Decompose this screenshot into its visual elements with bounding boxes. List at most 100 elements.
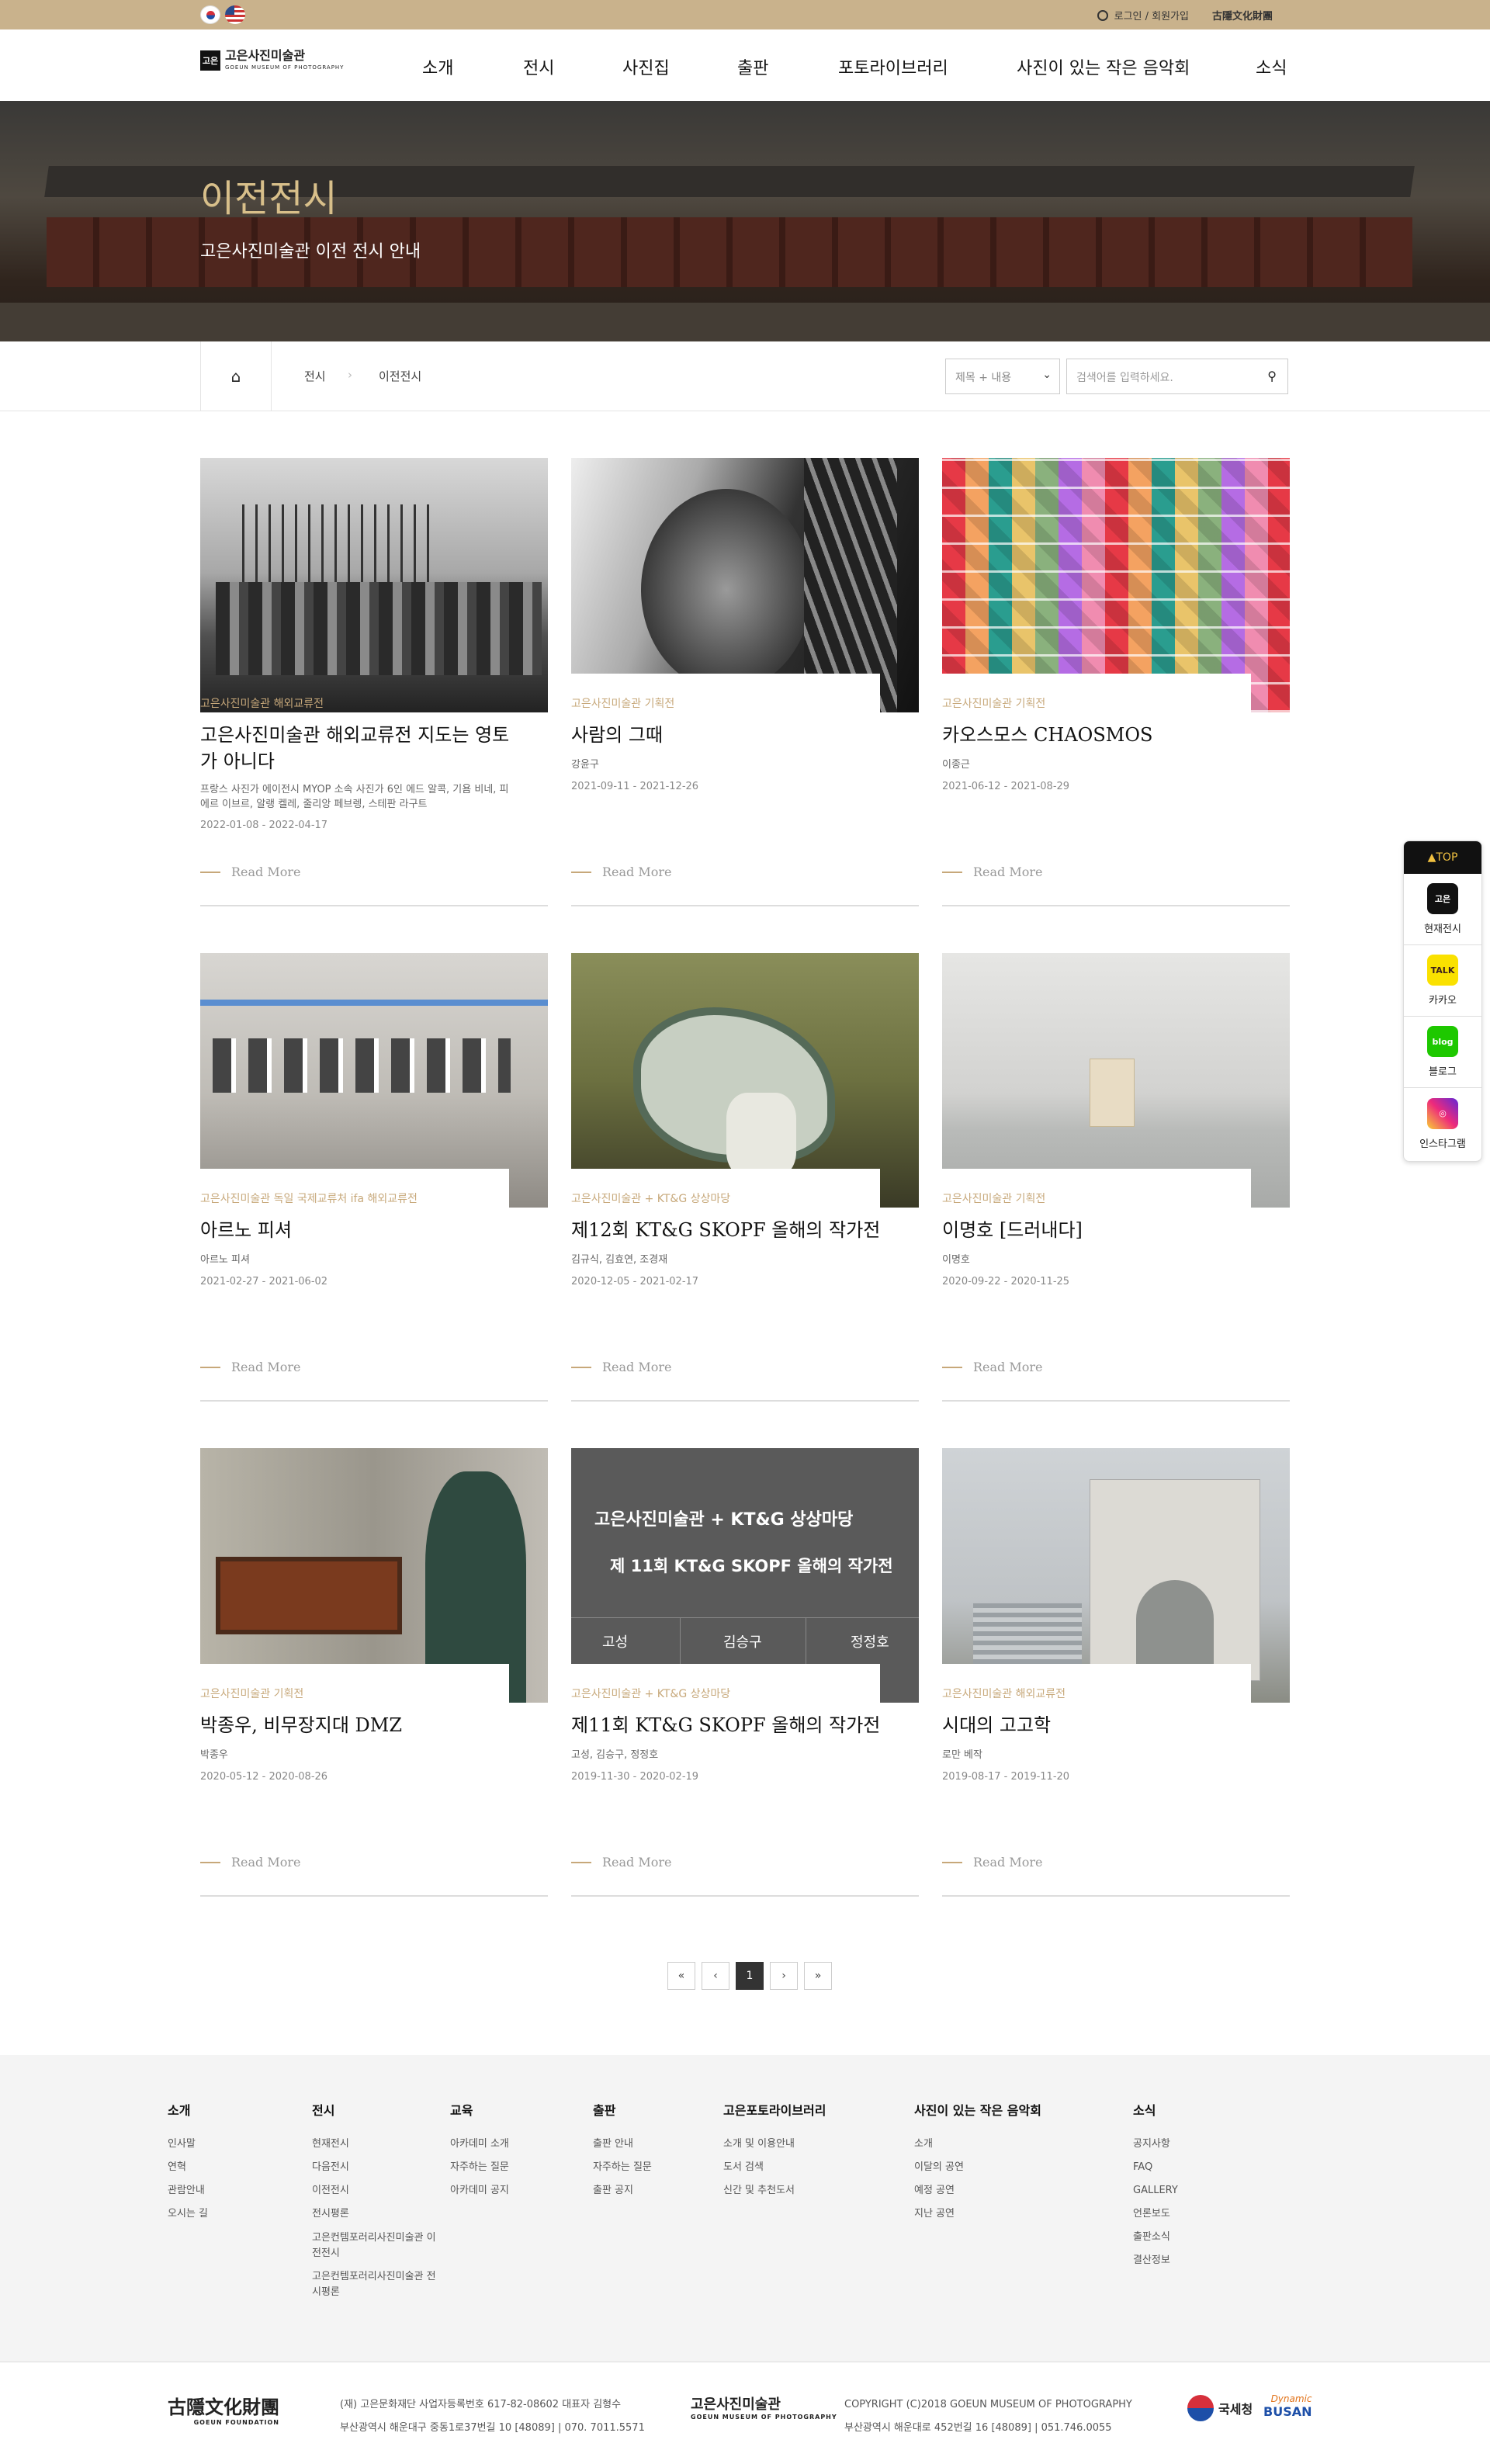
footer-link[interactable]: 언론보도 (1133, 2202, 1178, 2226)
footer-link[interactable]: 아카데미 소개 (450, 2133, 509, 2156)
card-title[interactable]: 아르노 피셔 (200, 1217, 526, 1243)
museum-icon: 고은 (1427, 883, 1458, 914)
nav-item-news[interactable]: 소식 (1256, 54, 1287, 79)
museum-footer-logo[interactable]: 고은사진미술관 GOEUN MUSEUM OF PHOTOGRAPHY (691, 2393, 837, 2421)
exhibition-card[interactable]: 고은사진미술관 독일 국제교류처 ifa 해외교류전 아르노 피셔 아르노 피셔… (200, 953, 548, 1402)
logo-name: 고은사진미술관 (225, 48, 306, 63)
footer-link[interactable]: 현재전시 (312, 2133, 436, 2156)
next-page-button[interactable]: › (770, 1962, 798, 1990)
quick-blog[interactable]: blog 블로그 (1404, 1017, 1481, 1088)
footer-link[interactable]: 관람안내 (168, 2179, 208, 2202)
footer-col-concert: 사진이 있는 작은 음악회 소개 이달의 공연 예정 공연 지난 공연 (914, 2100, 1041, 2226)
card-title[interactable]: 박종우, 비무장지대 DMZ (200, 1712, 526, 1738)
footer-link[interactable]: 전시평론 (312, 2202, 436, 2226)
nav-item-publishing[interactable]: 출판 (737, 54, 768, 79)
footer-link[interactable]: 자주하는 질문 (450, 2156, 509, 2179)
exhibition-card[interactable]: 고은사진미술관 기획전 카오스모스 CHAOSMOS 이종근 2021-06-1… (942, 458, 1290, 906)
footer-link[interactable]: 결산정보 (1133, 2249, 1178, 2272)
footer-link[interactable]: 소개 (914, 2133, 1041, 2156)
read-more-link[interactable]: Read More (571, 865, 672, 879)
prev-page-button[interactable]: ‹ (702, 1962, 729, 1990)
instagram-icon: ◎ (1427, 1097, 1458, 1129)
read-more-link[interactable]: Read More (200, 1360, 301, 1374)
card-title[interactable]: 이명호 [드러내다] (942, 1217, 1268, 1243)
card-title[interactable]: 제11회 KT&G SKOPF 올해의 작가전 (571, 1712, 897, 1738)
quick-menu: ▲TOP 고은 현재전시 TALK 카카오 blog 블로그 ◎ 인스타그램 (1403, 840, 1482, 1162)
logo-mark: 고은 (200, 50, 220, 71)
exhibition-card[interactable]: 고은사진미술관 기획전 사람의 그때 강윤구 2021-09-11 - 2021… (571, 458, 919, 906)
breadcrumb-exhibition[interactable]: 전시 (304, 368, 326, 384)
exhibition-card[interactable]: 고은사진미술관 기획전 이명호 [드러내다] 이명호 2020-09-22 - … (942, 953, 1290, 1402)
nav-item-concert[interactable]: 사진이 있는 작은 음악회 (1017, 54, 1190, 79)
nav-item-photo-library[interactable]: 포토라이브러리 (838, 54, 948, 79)
quick-instagram[interactable]: ◎ 인스타그램 (1404, 1088, 1481, 1159)
korean-flag-icon[interactable] (200, 5, 220, 24)
top-button[interactable]: ▲TOP (1404, 841, 1481, 874)
footer-link[interactable]: 이전전시 (312, 2179, 436, 2202)
footer-link[interactable]: 출판 공지 (593, 2179, 652, 2202)
footer-link[interactable]: 인사말 (168, 2133, 208, 2156)
footer-link[interactable]: 오시는 길 (168, 2202, 208, 2226)
card-category: 고은사진미술관 해외교류전 (200, 698, 324, 710)
foundation-link[interactable]: 古隱文化財團 (1212, 8, 1273, 23)
read-more-link[interactable]: Read More (942, 1855, 1043, 1870)
footer-link[interactable]: 다음전시 (312, 2156, 436, 2179)
card-title[interactable]: 고은사진미술관 해외교류전 지도는 영토가 아니다 (200, 722, 526, 775)
exhibition-thumbnail[interactable] (200, 458, 548, 712)
nav-item-intro[interactable]: 소개 (422, 54, 453, 79)
footer-link[interactable]: 고은컨템포러리사진미술관 전시평론 (312, 2269, 436, 2300)
footer-link[interactable]: GALLERY (1133, 2179, 1178, 2202)
pagination: « ‹ 1 › » (667, 1962, 832, 1990)
card-title[interactable]: 카오스모스 CHAOSMOS (942, 722, 1268, 748)
breadcrumb-current[interactable]: 이전전시 (379, 368, 421, 384)
exhibition-card[interactable]: 고은사진미술관 기획전 박종우, 비무장지대 DMZ 박종우 2020-05-1… (200, 1448, 548, 1897)
line-icon (942, 1367, 962, 1368)
search-icon[interactable]: ⚲ (1267, 369, 1277, 383)
footer-link[interactable]: 출판소식 (1133, 2226, 1178, 2249)
read-more-link[interactable]: Read More (571, 1360, 672, 1374)
first-page-button[interactable]: « (667, 1962, 695, 1990)
read-more-link[interactable]: Read More (571, 1855, 672, 1870)
footer-link[interactable]: 아카데미 공지 (450, 2179, 509, 2202)
read-more-link[interactable]: Read More (200, 865, 301, 879)
footer-link[interactable]: 신간 및 추천도서 (723, 2179, 826, 2202)
footer-link[interactable]: 소개 및 이용안내 (723, 2133, 826, 2156)
read-more-link[interactable]: Read More (942, 865, 1043, 879)
us-flag-icon[interactable] (225, 5, 245, 24)
quick-kakao[interactable]: TALK 카카오 (1404, 945, 1481, 1017)
nav-item-exhibition[interactable]: 전시 (523, 54, 554, 79)
card-artist: 이명호 (942, 1254, 970, 1266)
quick-current-exhibition[interactable]: 고은 현재전시 (1404, 874, 1481, 945)
footer-link[interactable]: FAQ (1133, 2156, 1178, 2179)
foundation-logo[interactable]: 古隱文化財團 GOEUN FOUNDATION (168, 2392, 279, 2426)
footer-link[interactable]: 이달의 공연 (914, 2156, 1041, 2179)
home-icon[interactable]: ⌂ (200, 341, 272, 411)
card-title[interactable]: 사람의 그때 (571, 722, 897, 748)
read-more-link[interactable]: Read More (942, 1360, 1043, 1374)
busan-logo[interactable]: Dynamic BUSAN (1263, 2393, 1312, 2419)
exhibition-card[interactable]: 고은사진미술관 해외교류전 고은사진미술관 해외교류전 지도는 영토가 아니다 … (200, 458, 548, 906)
footer-link[interactable]: 출판 안내 (593, 2133, 652, 2156)
footer-link[interactable]: 예정 공연 (914, 2179, 1041, 2202)
footer-link[interactable]: 고은컨템포러리사진미술관 이전전시 (312, 2230, 436, 2261)
page-button-1[interactable]: 1 (736, 1962, 764, 1990)
search-input[interactable]: 검색어를 입력하세요. ⚲ (1066, 359, 1288, 394)
nav-item-photobook[interactable]: 사진집 (622, 54, 670, 79)
footer-link[interactable]: 자주하는 질문 (593, 2156, 652, 2179)
footer-link[interactable]: 연혁 (168, 2156, 208, 2179)
card-title[interactable]: 시대의 고고학 (942, 1712, 1268, 1738)
nts-logo[interactable]: 국세청 (1187, 2395, 1253, 2421)
footer-link[interactable]: 지난 공연 (914, 2202, 1041, 2226)
exhibition-card[interactable]: 고은사진미술관 + KT&G 상상마당 제12회 KT&G SKOPF 올해의 … (571, 953, 919, 1402)
login-link[interactable]: 로그인 / 회원가입 (1097, 8, 1189, 23)
museum-logo[interactable]: 고은 고은사진미술관 GOEUN MUSEUM OF PHOTOGRAPHY (200, 50, 344, 71)
footer-col-education: 교육 아카데미 소개 자주하는 질문 아카데미 공지 (450, 2100, 509, 2202)
search-type-select[interactable]: 제목 + 내용 ⌄ (945, 359, 1060, 394)
exhibition-card[interactable]: 고은사진미술관 해외교류전 시대의 고고학 로만 베작 2019-08-17 -… (942, 1448, 1290, 1897)
last-page-button[interactable]: » (804, 1962, 832, 1990)
footer-link[interactable]: 도서 검색 (723, 2156, 826, 2179)
exhibition-card[interactable]: 고은사진미술관 + KT&G 상상마당 제 11회 KT&G SKOPF 올해의… (571, 1448, 919, 1897)
read-more-link[interactable]: Read More (200, 1855, 301, 1870)
card-title[interactable]: 제12회 KT&G SKOPF 올해의 작가전 (571, 1217, 897, 1243)
footer-link[interactable]: 공지사항 (1133, 2133, 1178, 2156)
